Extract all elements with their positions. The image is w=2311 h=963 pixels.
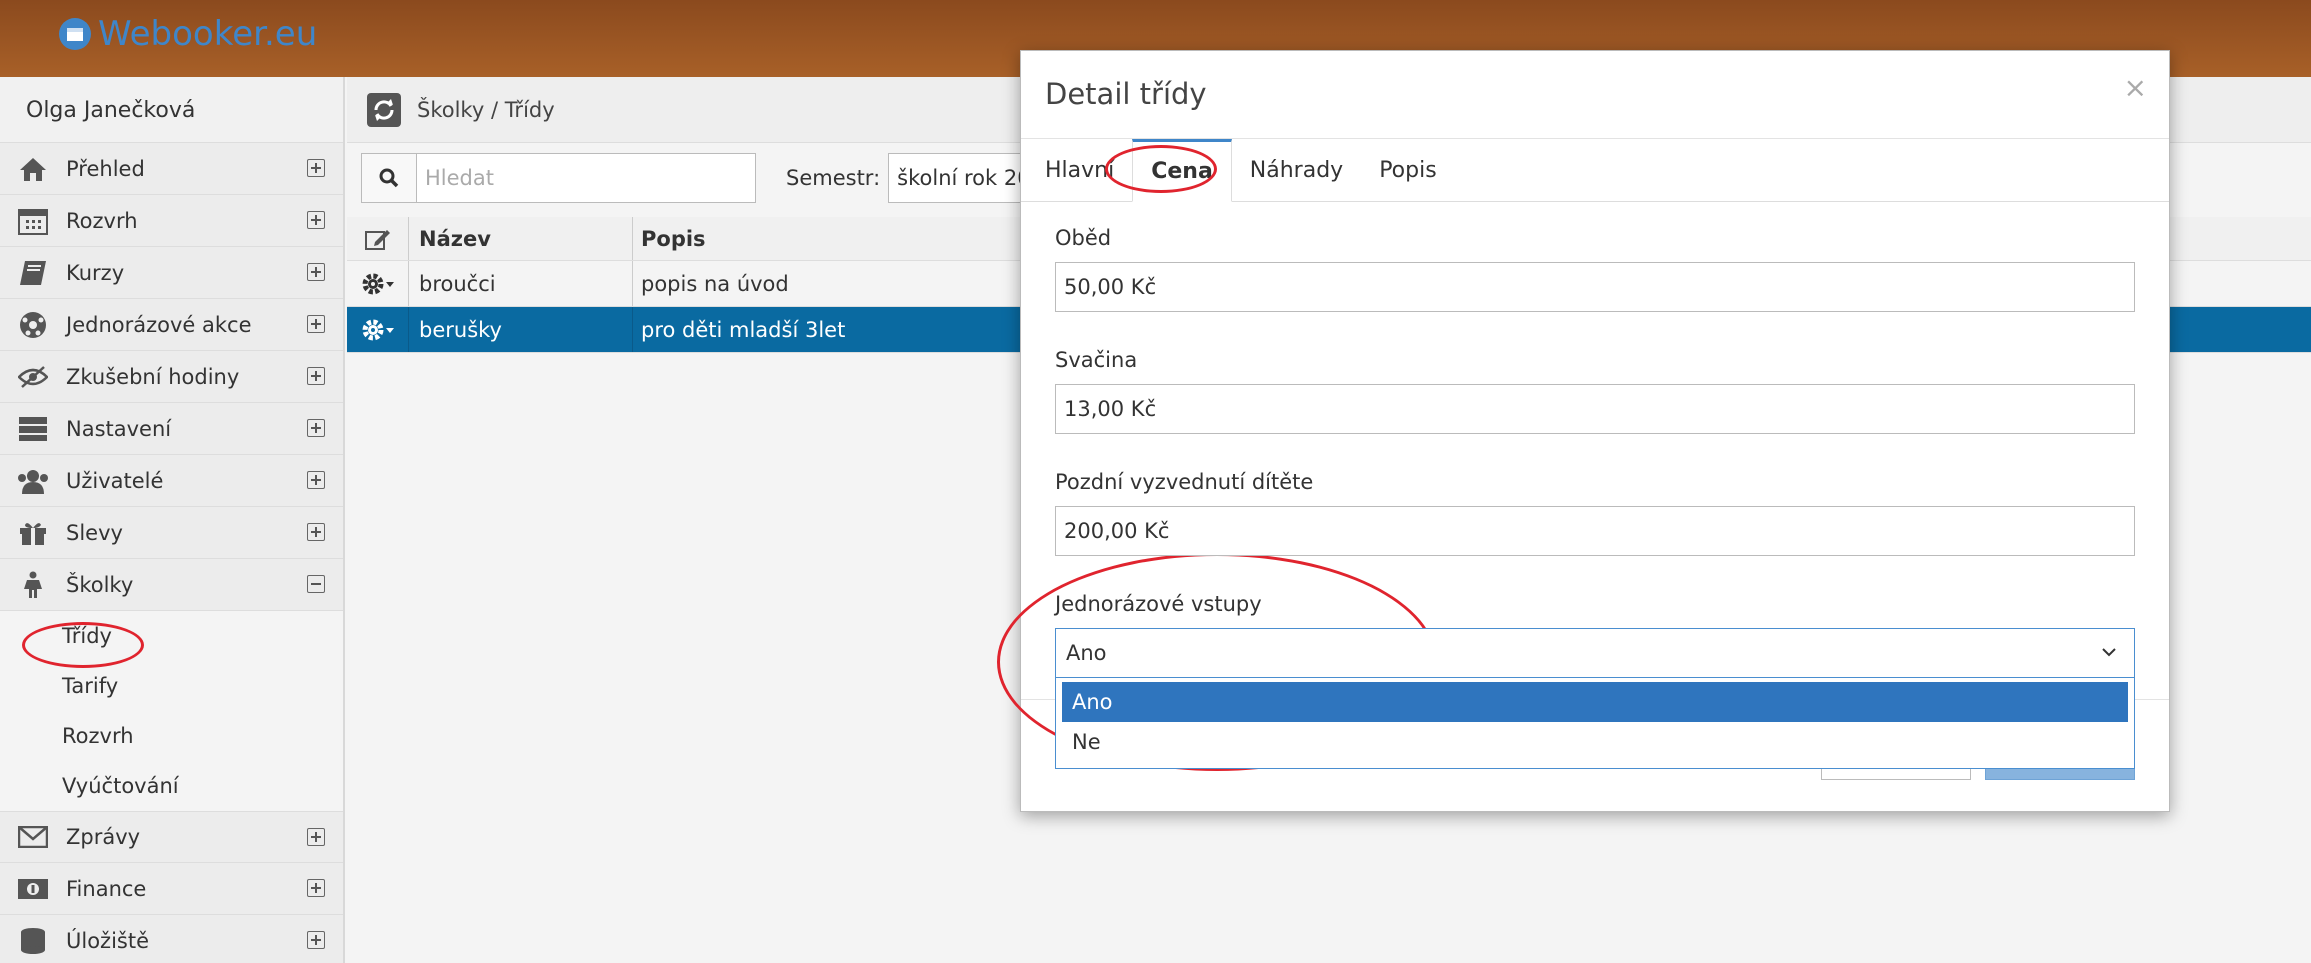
expand-icon[interactable] [307, 879, 325, 897]
refresh-button[interactable] [367, 92, 401, 127]
semester-label: Semestr: [786, 166, 881, 190]
select-dropdown: Ano Ne [1055, 678, 2135, 769]
sidebar-item-skolky[interactable]: Školky [0, 559, 343, 611]
sidebar-item-prehled[interactable]: Přehled [0, 143, 343, 195]
expand-icon[interactable] [307, 263, 325, 281]
sidebar-item-zkusebni-hodiny[interactable]: Zkušební hodiny [0, 351, 343, 403]
home-icon [16, 155, 50, 183]
refresh-icon [374, 98, 394, 121]
sidebar-item-finance[interactable]: Finance [0, 863, 343, 915]
sidebar-item-label: Zkušební hodiny [66, 364, 240, 389]
user-name: Olga Janečková [0, 77, 343, 143]
logo-text: Webooker.eu [98, 14, 318, 54]
option-ano[interactable]: Ano [1062, 682, 2128, 722]
gift-icon [16, 519, 50, 547]
expand-icon[interactable] [307, 931, 325, 949]
modal-title: Detail třídy [1045, 77, 1207, 111]
money-icon [16, 875, 50, 903]
search-icon [379, 168, 399, 188]
jednorazove-vstupy-select[interactable]: Ano [1055, 628, 2135, 678]
sidebar-item-uloziste[interactable]: Úložiště [0, 915, 343, 963]
expand-icon[interactable] [307, 471, 325, 489]
select-value: Ano [1066, 641, 1107, 665]
sidebar-item-label: Uživatelé [66, 468, 164, 493]
pozdni-vyzvednuti-input[interactable]: 200,00 Kč [1055, 506, 2135, 556]
annotation-circle-cena-tab [1105, 145, 1217, 193]
sidebar-item-kurzy[interactable]: Kurzy [0, 247, 343, 299]
search-input[interactable]: Hledat [417, 153, 756, 203]
search-button[interactable] [361, 153, 417, 203]
row-name: broučci [409, 261, 633, 306]
sidebar-item-uzivatele[interactable]: Uživatelé [0, 455, 343, 507]
calendar-icon [16, 207, 50, 235]
book-icon [16, 259, 50, 287]
expand-icon[interactable] [307, 419, 325, 437]
sidebar-item-label: Přehled [66, 156, 145, 181]
ball-icon [16, 311, 50, 339]
sidebar-item-label: Nastavení [66, 416, 172, 441]
expand-icon[interactable] [307, 211, 325, 229]
tab-popis[interactable]: Popis [1361, 139, 1454, 202]
option-ne[interactable]: Ne [1062, 722, 2128, 762]
annotation-circle-tridy [22, 622, 144, 668]
eye-icon [16, 363, 50, 391]
expand-icon[interactable] [307, 828, 325, 846]
sidebar-item-nastaveni[interactable]: Nastavení [0, 403, 343, 455]
search-bar: Hledat Semestr: školní rok 20 [361, 153, 1049, 203]
breadcrumb: Školky / Třídy [417, 97, 555, 122]
sidebar-subitem-vyuctovani[interactable]: Vyúčtování [0, 761, 343, 811]
sidebar-subitem-tarify[interactable]: Tarify [0, 661, 343, 711]
sidebar-item-label: Jednorázové akce [66, 312, 252, 337]
calendar-logo-icon [59, 18, 91, 50]
sidebar-subitem-rozvrh[interactable]: Rozvrh [0, 711, 343, 761]
gear-dropdown-icon [362, 319, 394, 340]
sidebar-item-zpravy[interactable]: Zprávy [0, 811, 343, 863]
field-label-pozdni-vyzvednuti: Pozdní vyzvednutí dítěte [1055, 470, 1314, 494]
tab-nahrady[interactable]: Náhrady [1232, 139, 1361, 202]
sidebar-item-label: Školky [66, 572, 134, 597]
child-icon [16, 571, 50, 599]
field-label-obed: Oběd [1055, 226, 1112, 250]
sidebar: Olga Janečková Přehled Rozvrh Kurzy Jedn… [0, 77, 345, 963]
close-icon[interactable]: × [2124, 71, 2147, 104]
gear-dropdown-icon [362, 273, 394, 294]
expand-icon[interactable] [307, 523, 325, 541]
column-header-name[interactable]: Název [409, 217, 633, 260]
sidebar-item-label: Finance [66, 876, 147, 901]
users-icon [16, 467, 50, 495]
expand-icon[interactable] [307, 159, 325, 177]
chevron-down-icon [2102, 648, 2116, 657]
field-label-svacina: Svačina [1055, 348, 1138, 372]
sidebar-item-label: Slevy [66, 520, 123, 545]
svacina-input[interactable]: 13,00 Kč [1055, 384, 2135, 434]
server-icon [16, 415, 50, 443]
sidebar-item-label: Úložiště [66, 928, 150, 953]
edit-icon [364, 229, 390, 250]
envelope-icon [16, 823, 50, 851]
field-label-jednorazove-vstupy: Jednorázové vstupy [1055, 592, 1262, 616]
sidebar-item-rozvrh[interactable]: Rozvrh [0, 195, 343, 247]
logo[interactable]: Webooker.eu [58, 14, 317, 54]
expand-icon[interactable] [307, 315, 325, 333]
obed-input[interactable]: 50,00 Kč [1055, 262, 2135, 312]
sidebar-item-label: Zprávy [66, 825, 141, 849]
modal-body: Oběd 50,00 Kč Svačina 13,00 Kč Pozdní vy… [1055, 226, 2135, 769]
row-actions[interactable] [347, 261, 409, 306]
edit-column-header [347, 217, 409, 260]
modal-header: Detail třídy × [1021, 51, 2169, 139]
sidebar-item-label: Rozvrh [66, 208, 138, 233]
sidebar-item-slevy[interactable]: Slevy [0, 507, 343, 559]
row-name: berušky [409, 307, 633, 352]
sidebar-item-jednorazove-akce[interactable]: Jednorázové akce [0, 299, 343, 351]
database-icon [16, 927, 50, 955]
row-actions[interactable] [347, 307, 409, 352]
expand-icon[interactable] [307, 367, 325, 385]
collapse-icon[interactable] [307, 575, 325, 593]
sidebar-item-label: Kurzy [66, 260, 125, 285]
